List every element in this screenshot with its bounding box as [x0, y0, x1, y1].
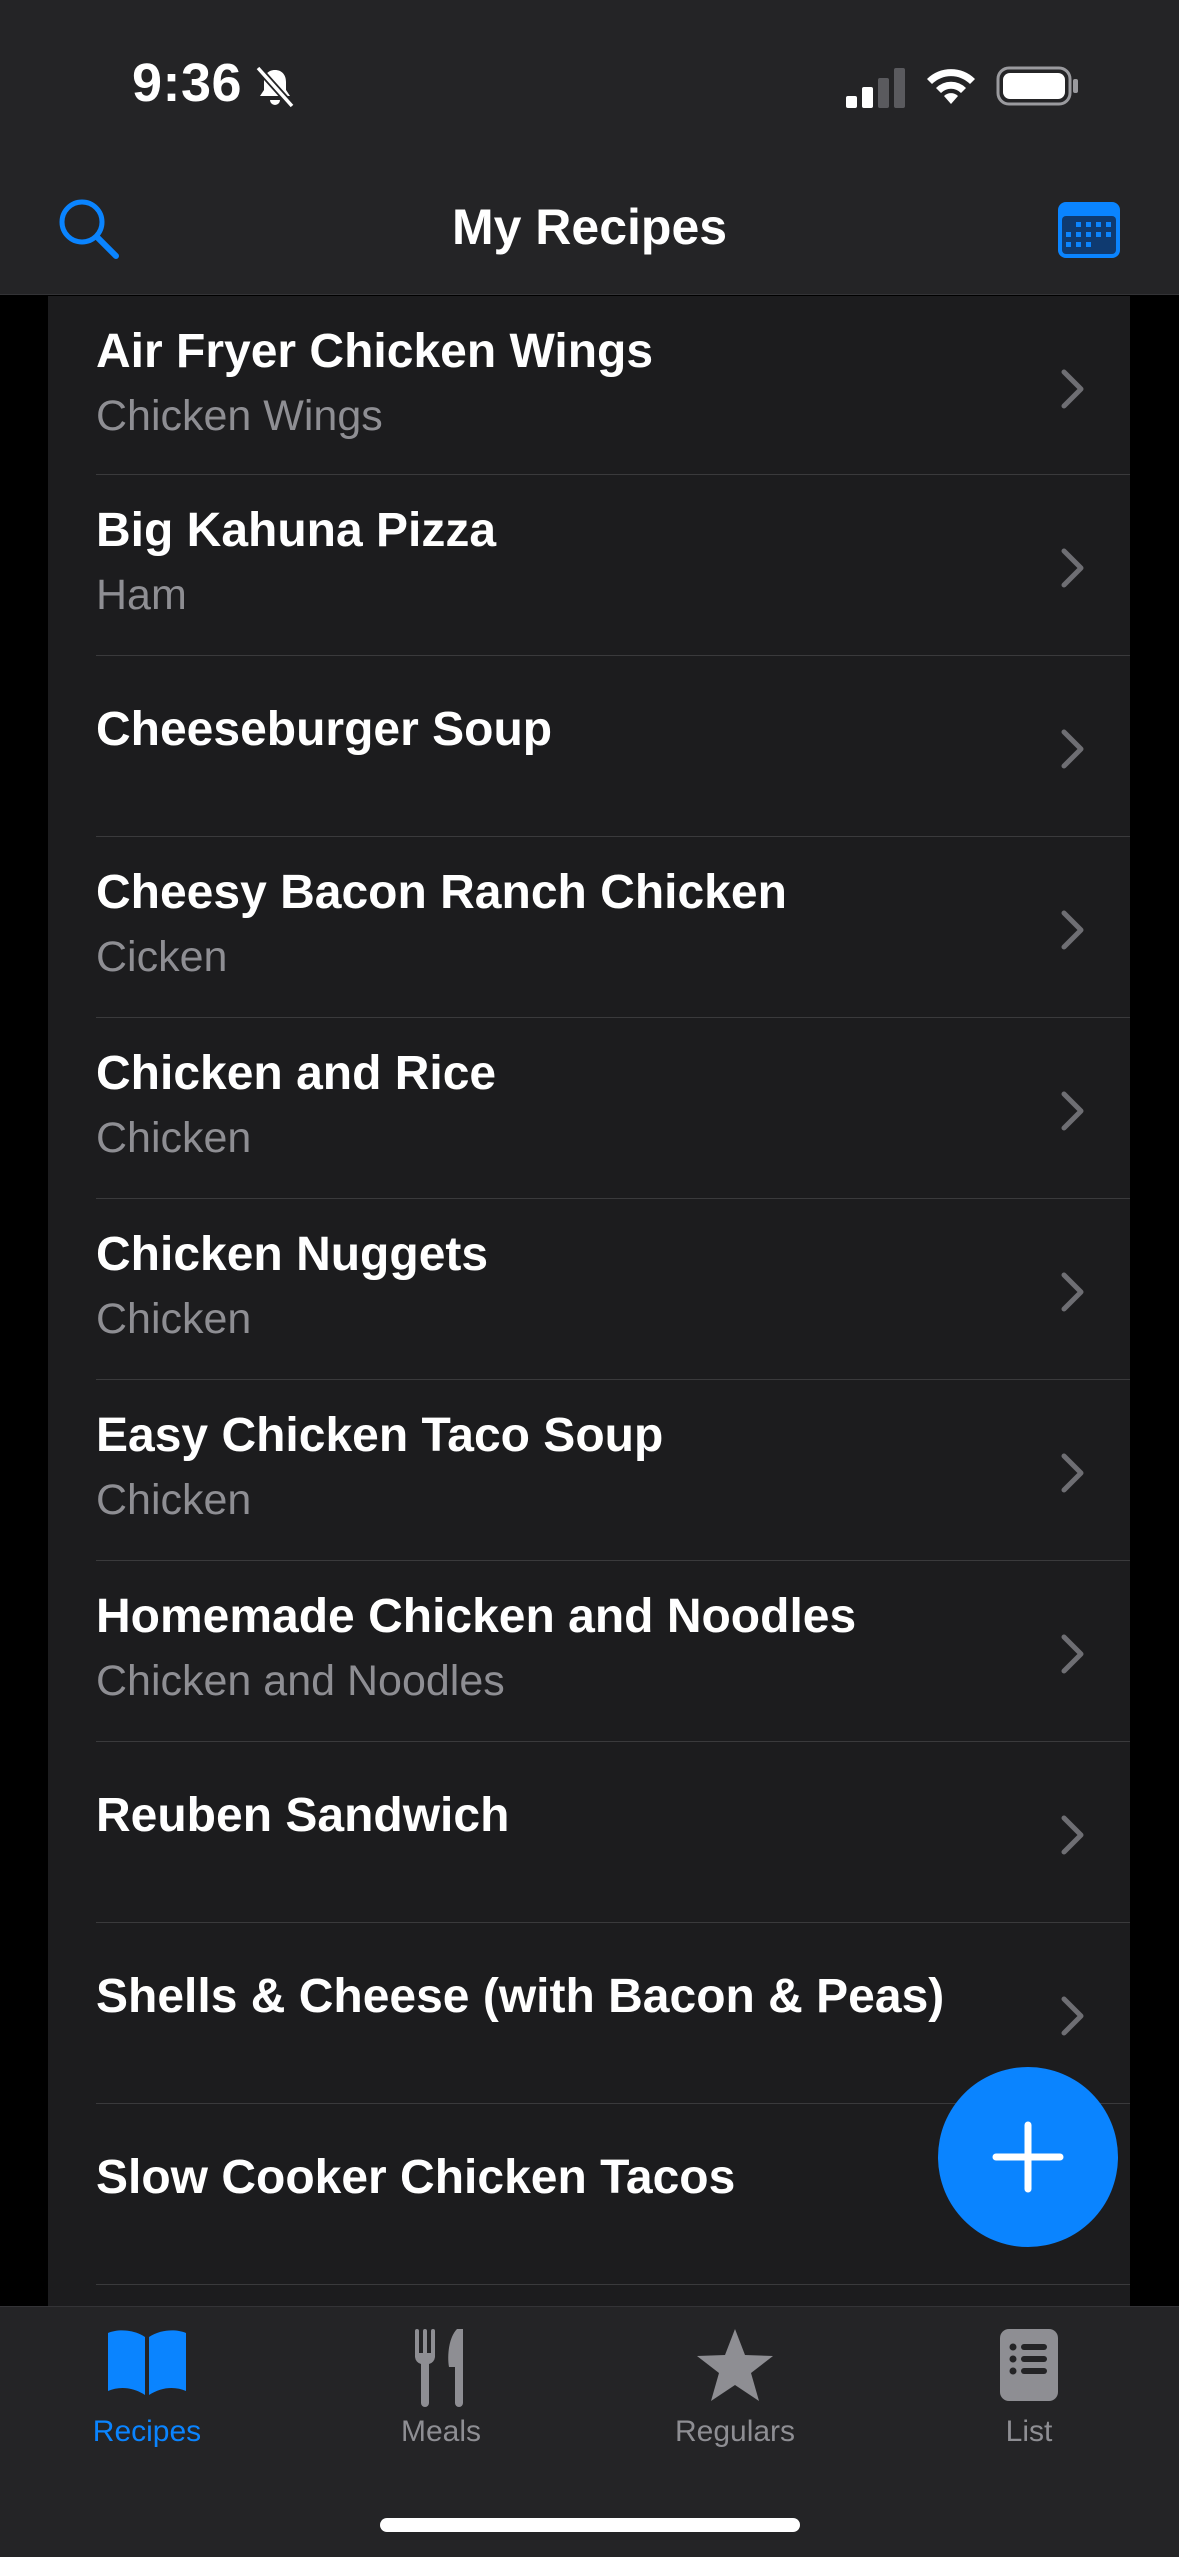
wifi-icon [927, 69, 975, 104]
recipe-subtitle: Chicken Wings [96, 392, 383, 440]
recipe-title: Reuben Sandwich [96, 1789, 510, 1842]
fork-knife-icon [415, 2329, 463, 2407]
chevron-right-icon [1061, 910, 1084, 950]
chevron-right-icon [1061, 729, 1084, 769]
recipe-title: Slow Cooker Chicken Tacos [96, 2151, 736, 2204]
recipe-title: Chicken and Rice [96, 1047, 497, 1100]
book-icon [108, 2330, 186, 2395]
tab-label: Regulars [674, 2415, 796, 2448]
navigation-bar: My Recipes [0, 170, 1179, 295]
recipe-subtitle: Chicken [96, 1476, 252, 1524]
recipe-list[interactable]: Air Fryer Chicken Wings Chicken Wings Bi… [48, 296, 1130, 2306]
recipe-title: Shells & Cheese (with Bacon & Peas) [96, 1970, 945, 2023]
recipe-subtitle: Cicken [96, 933, 228, 981]
page-title: My Recipes [451, 199, 728, 255]
add-recipe-button[interactable] [938, 2067, 1118, 2247]
list-item[interactable]: Big Kahuna Pizza Ham [96, 475, 1130, 656]
chevron-right-icon [1061, 1272, 1084, 1312]
recipe-title: Homemade Chicken and Noodles [96, 1590, 857, 1643]
chevron-right-icon [1061, 1634, 1084, 1674]
bell-slash-icon [255, 65, 295, 109]
plus-icon [992, 2121, 1064, 2193]
tab-meals[interactable]: Meals [294, 2307, 588, 2477]
tab-label: Recipes [92, 2415, 202, 2448]
chevron-right-icon [1061, 1091, 1084, 1131]
tab-label: List [1005, 2415, 1053, 2448]
status-bar: 9:36 [0, 0, 1179, 170]
cellular-signal-icon [846, 68, 905, 108]
list-item[interactable]: Air Fryer Chicken Wings Chicken Wings [96, 296, 1130, 475]
home-indicator[interactable] [380, 2518, 800, 2532]
recipe-title: Big Kahuna Pizza [96, 504, 497, 557]
list-item[interactable]: Easy Chicken Taco Soup Chicken [96, 1380, 1130, 1561]
recipe-subtitle: Chicken [96, 1114, 252, 1162]
recipe-title: Cheeseburger Soup [96, 703, 553, 756]
tab-recipes[interactable]: Recipes [0, 2307, 294, 2477]
tab-label: Meals [400, 2415, 482, 2448]
list-item[interactable]: Cheeseburger Soup [96, 656, 1130, 837]
recipe-title: Easy Chicken Taco Soup [96, 1409, 664, 1462]
list-item[interactable]: Homemade Chicken and Noodles Chicken and… [96, 1561, 1130, 1742]
recipe-title: Chicken Nuggets [96, 1228, 489, 1281]
chevron-right-icon [1061, 369, 1084, 409]
recipe-title: Cheesy Bacon Ranch Chicken [96, 866, 787, 919]
calendar-icon[interactable] [1056, 198, 1122, 260]
list-item[interactable]: Shells & Cheese (with Bacon & Peas) [96, 1923, 1130, 2104]
chevron-right-icon [1061, 1815, 1084, 1855]
recipe-title: Air Fryer Chicken Wings [96, 325, 654, 378]
tab-regulars[interactable]: Regulars [588, 2307, 882, 2477]
list-item[interactable]: Reuben Sandwich [96, 1742, 1130, 1923]
chevron-right-icon [1061, 1453, 1084, 1493]
list-item[interactable]: Chicken Nuggets Chicken [96, 1199, 1130, 1380]
list-item[interactable]: Chicken and Rice Chicken [96, 1018, 1130, 1199]
chevron-right-icon [1061, 548, 1084, 588]
recipe-subtitle: Ham [96, 571, 187, 619]
list-item[interactable]: Cheesy Bacon Ranch Chicken Cicken [96, 837, 1130, 1018]
recipe-subtitle: Chicken and Noodles [96, 1657, 505, 1705]
battery-icon [996, 66, 1078, 106]
list-icon [1000, 2329, 1058, 2401]
status-time: 9:36 [132, 53, 243, 113]
tab-list[interactable]: List [882, 2307, 1176, 2477]
recipe-subtitle: Chicken [96, 1295, 252, 1343]
chevron-right-icon [1061, 1996, 1084, 2036]
star-icon [697, 2329, 773, 2401]
